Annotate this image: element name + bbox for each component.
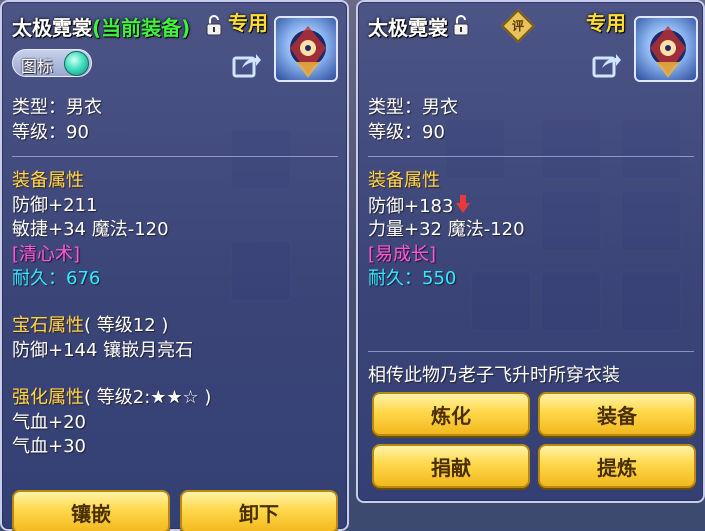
extract-button[interactable]: 提炼: [538, 444, 696, 488]
share-icon[interactable]: [592, 52, 622, 78]
item-title: 太极霓裳: [368, 16, 448, 40]
gem-line: 防御+144 镶嵌月亮石: [12, 339, 194, 361]
equipped-tag: (当前装备): [92, 16, 191, 40]
durability: 耐久：550: [368, 268, 457, 289]
enhance-level: ( 等级2:★★☆ ): [84, 387, 212, 408]
attr-line: 防御+211: [12, 194, 98, 216]
unlock-icon[interactable]: [205, 14, 223, 36]
attr-line: 防御+183: [368, 195, 454, 217]
exclusive-label: 专用: [586, 11, 626, 35]
enhance-header: 强化属性: [12, 387, 84, 408]
unlock-icon[interactable]: [452, 14, 470, 36]
gem-level: ( 等级12 ): [84, 315, 169, 336]
equipment-attributes: 装备属性 防御+211 敏捷+34 魔法-120 [清心术] 耐久：676: [12, 169, 169, 292]
icon-toggle-label: 图标: [21, 57, 54, 76]
donate-button[interactable]: 捐献: [372, 444, 530, 488]
rate-label: 评: [511, 19, 524, 33]
icon-toggle[interactable]: 图标: [12, 49, 92, 77]
special-effect: [清心术]: [12, 243, 81, 265]
divider: [368, 351, 694, 352]
decrease-arrow-icon: [456, 194, 471, 213]
compare-item-panel: 太极霓裳 评 专用 类型：男衣 等级：90 装备属性 防御+183 力量+32 …: [356, 0, 705, 503]
durability: 耐久：676: [12, 268, 101, 289]
item-title: 太极霓裳(当前装备): [12, 16, 191, 40]
divider: [368, 156, 694, 157]
unequip-button[interactable]: 卸下: [180, 490, 338, 531]
item-type: 类型：男衣: [368, 97, 458, 118]
attr-header: 装备属性: [12, 170, 84, 191]
item-description: 相传此物乃老子飞升时所穿衣装: [368, 365, 620, 386]
equip-button[interactable]: 装备: [538, 392, 696, 436]
item-basic-info: 类型：男衣 等级：90: [12, 96, 102, 145]
item-icon: [634, 16, 698, 82]
exclusive-label: 专用: [228, 11, 268, 35]
enhance-line: 气血+20: [12, 411, 86, 433]
item-level: 等级：90: [368, 121, 445, 143]
toggle-knob: [64, 51, 89, 76]
attr-line: 力量+32 魔法-120: [368, 219, 525, 240]
inlay-button[interactable]: 镶嵌: [12, 490, 170, 531]
attr-line: 敏捷+34 魔法-120: [12, 219, 169, 240]
enhance-attributes: 强化属性( 等级2:★★☆ ) 气血+20 气血+30: [12, 386, 211, 460]
item-type: 类型：男衣: [12, 97, 102, 118]
item-description-block: 相传此物乃老子飞升时所穿衣装: [368, 364, 620, 389]
attr-header: 装备属性: [368, 170, 440, 191]
rate-badge[interactable]: 评: [501, 9, 535, 43]
enhance-line: 气血+30: [12, 436, 86, 457]
share-icon[interactable]: [232, 52, 262, 78]
divider: [12, 156, 338, 157]
item-icon: [274, 16, 338, 82]
equipped-item-panel: 太极霓裳(当前装备) 专用 图标 类型：男衣 等级：90 装备属性 防御+211…: [0, 0, 349, 531]
refine-button[interactable]: 炼化: [372, 392, 530, 436]
equipment-attributes: 装备属性 防御+183 力量+32 魔法-120 [易成长] 耐久：550: [368, 169, 525, 292]
gem-attributes: 宝石属性( 等级12 ) 防御+144 镶嵌月亮石: [12, 314, 193, 363]
gem-header: 宝石属性: [12, 315, 84, 336]
item-basic-info: 类型：男衣 等级：90: [368, 96, 458, 145]
special-effect: [易成长]: [368, 243, 437, 265]
attr-line-with-arrow: 防御+183: [368, 194, 525, 219]
item-level: 等级：90: [12, 121, 89, 143]
